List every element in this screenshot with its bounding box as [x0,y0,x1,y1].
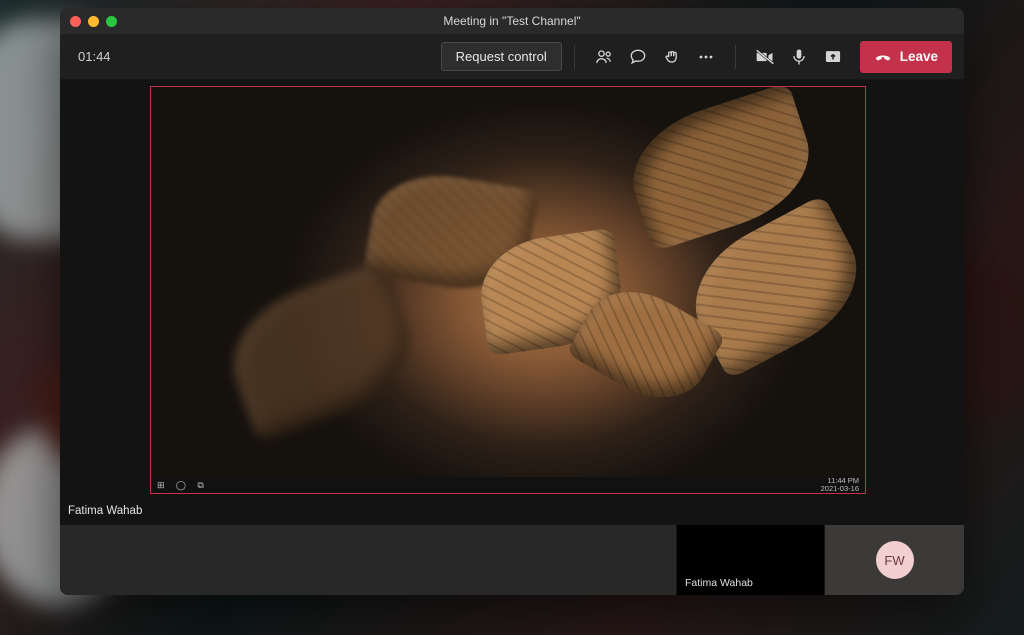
meeting-stage: Fatima Wahab ⊞ ◯ ⧉ 11:44 PM 2021-03-16 [60,80,964,525]
more-actions-icon[interactable] [689,40,723,74]
hangup-icon [874,48,892,66]
shared-screen-frame[interactable]: ⊞ ◯ ⧉ 11:44 PM 2021-03-16 [150,86,866,494]
cortana-icon: ◯ [176,481,186,490]
remote-taskbar: ⊞ ◯ ⧉ 11:44 PM 2021-03-16 [151,477,865,493]
leave-button[interactable]: Leave [860,41,952,73]
presenter-name-label: Fatima Wahab [68,505,142,517]
request-control-button[interactable]: Request control [441,42,562,71]
titlebar: Meeting in "Test Channel" [60,8,964,34]
participants-strip: Fatima Wahab FW [60,525,964,595]
remote-clock: 11:44 PM 2021-03-16 [821,477,859,493]
remote-start-icons: ⊞ ◯ ⧉ [157,480,213,490]
shared-content-image [151,87,865,477]
window-title: Meeting in "Test Channel" [60,14,964,28]
participants-icon[interactable] [587,40,621,74]
participant-name: Fatima Wahab [685,577,753,589]
participant-thumbnail[interactable]: Fatima Wahab [676,525,824,595]
meeting-toolbar: 01:44 Request control Leave [60,34,964,80]
toolbar-divider [735,45,736,69]
meeting-window: Meeting in "Test Channel" 01:44 Request … [60,8,964,595]
leave-button-label: Leave [900,49,938,64]
self-avatar: FW [876,541,914,579]
camera-off-icon[interactable] [748,40,782,74]
avatar-initials: FW [884,553,904,568]
elapsed-timer: 01:44 [78,49,111,64]
task-view-icon: ⧉ [197,481,203,490]
windows-start-icon: ⊞ [157,481,165,490]
chat-icon[interactable] [621,40,655,74]
reactions-icon[interactable] [655,40,689,74]
toolbar-divider [574,45,575,69]
share-screen-icon[interactable] [816,40,850,74]
microphone-icon[interactable] [782,40,816,74]
self-view-cell[interactable]: FW [824,525,964,595]
